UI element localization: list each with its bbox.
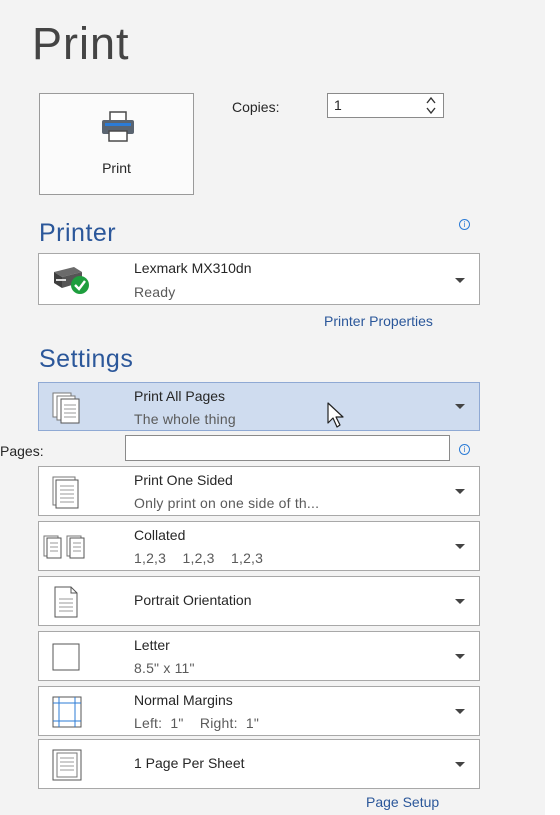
portrait-icon: [53, 585, 79, 624]
chevron-down-icon: [455, 278, 465, 283]
pages-per-sheet-dropdown[interactable]: 1 Page Per Sheet: [38, 739, 480, 789]
chevron-down-icon: [455, 599, 465, 604]
margins-subtitle: Left: 1" Right: 1": [134, 715, 260, 731]
chevron-down-icon: [455, 654, 465, 659]
pages-per-sheet-title: 1 Page Per Sheet: [134, 755, 245, 771]
print-range-title: Print All Pages: [134, 388, 226, 404]
printer-name: Lexmark MX310dn: [134, 260, 252, 276]
settings-heading: Settings: [39, 345, 134, 373]
paper-size-dropdown[interactable]: Letter 8.5" x 11": [38, 631, 480, 681]
margins-dropdown[interactable]: Normal Margins Left: 1" Right: 1": [38, 686, 480, 736]
one-sided-icon: [50, 475, 82, 514]
collation-title: Collated: [134, 527, 186, 543]
mouse-pointer-icon: [326, 401, 348, 434]
print-range-dropdown[interactable]: Print All Pages The whole thing: [38, 382, 480, 431]
all-pages-icon: [50, 391, 82, 430]
pages-label: Pages:: [0, 443, 44, 459]
copies-label: Copies:: [232, 99, 280, 115]
page-title: Print: [32, 18, 130, 69]
orientation-dropdown[interactable]: Portrait Orientation: [38, 576, 480, 626]
print-button[interactable]: Print: [39, 93, 194, 195]
sides-dropdown[interactable]: Print One Sided Only print on one side o…: [38, 466, 480, 516]
sides-subtitle: Only print on one side of th...: [134, 495, 320, 511]
print-button-label: Print: [102, 160, 131, 176]
page-setup-link[interactable]: Page Setup: [366, 794, 439, 810]
collation-dropdown[interactable]: Collated 1,2,3 1,2,3 1,2,3: [38, 521, 480, 571]
paper-size-subtitle: 8.5" x 11": [134, 660, 195, 676]
printer-dropdown[interactable]: Lexmark MX310dn Ready: [38, 253, 480, 305]
print-backstage-panel: Print Print Copies: Printer i: [0, 0, 545, 815]
margins-title: Normal Margins: [134, 692, 233, 708]
one-page-per-sheet-icon: [51, 748, 83, 787]
copies-input[interactable]: [334, 96, 404, 114]
collation-subtitle: 1,2,3 1,2,3 1,2,3: [134, 550, 264, 566]
chevron-down-icon: [455, 544, 465, 549]
printer-status: Ready: [134, 284, 176, 300]
copies-stepper[interactable]: [327, 93, 444, 118]
printer-ready-icon: [50, 264, 92, 301]
info-icon[interactable]: i: [459, 444, 470, 455]
paper-size-title: Letter: [134, 637, 170, 653]
margins-icon: [51, 695, 83, 734]
chevron-down-icon: [455, 709, 465, 714]
chevron-down-icon: [455, 762, 465, 767]
copies-spin-icon[interactable]: [425, 95, 437, 116]
printer-heading: Printer: [39, 219, 117, 247]
chevron-down-icon: [455, 404, 465, 409]
paper-icon: [51, 642, 81, 677]
collated-icon: [43, 534, 87, 565]
info-icon[interactable]: i: [459, 219, 470, 230]
sides-title: Print One Sided: [134, 472, 233, 488]
pages-input[interactable]: [125, 435, 450, 461]
chevron-down-icon: [455, 489, 465, 494]
orientation-title: Portrait Orientation: [134, 592, 252, 608]
printer-properties-link[interactable]: Printer Properties: [324, 313, 433, 329]
print-range-subtitle: The whole thing: [134, 411, 236, 427]
printer-icon: [100, 110, 136, 149]
